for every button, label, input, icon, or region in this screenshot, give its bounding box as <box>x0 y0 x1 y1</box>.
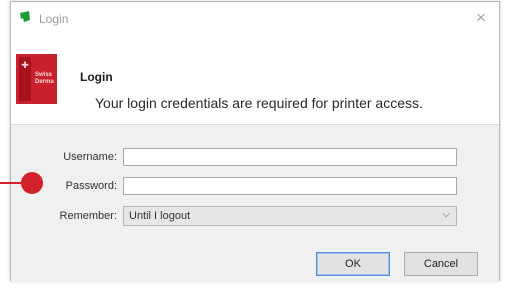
dialog-header: ✚ Swiss Derma Login Your login credential… <box>11 38 499 124</box>
logo-text: Swiss Derma <box>35 72 54 85</box>
app-icon <box>20 11 30 22</box>
dialog-description: Your login credentials are required for … <box>95 95 423 111</box>
close-icon: × <box>476 8 486 27</box>
chevron-down-icon: ⌵ <box>442 209 450 220</box>
close-button[interactable]: × <box>469 7 493 29</box>
ok-button[interactable]: OK <box>316 252 390 276</box>
remember-label: Remember: <box>59 210 117 222</box>
callout-marker <box>21 172 43 194</box>
cancel-button[interactable]: Cancel <box>404 252 478 276</box>
login-dialog: Login × ✚ Swiss Derma Login Your login cr… <box>10 1 500 281</box>
username-label: Username: <box>63 151 117 163</box>
remember-select[interactable]: Until I logout ⌵ <box>123 206 457 226</box>
dialog-heading: Login <box>80 70 113 84</box>
username-input[interactable] <box>123 148 457 166</box>
form-panel: Username: Password: Remember: Until I lo… <box>11 124 499 281</box>
logo-cross-icon: ✚ <box>21 60 29 70</box>
brand-logo: ✚ Swiss Derma <box>16 54 57 104</box>
remember-selected-value: Until I logout <box>129 210 191 222</box>
window-title: Login <box>39 12 69 26</box>
password-input[interactable] <box>123 177 457 195</box>
title-bar: Login × <box>11 2 499 38</box>
